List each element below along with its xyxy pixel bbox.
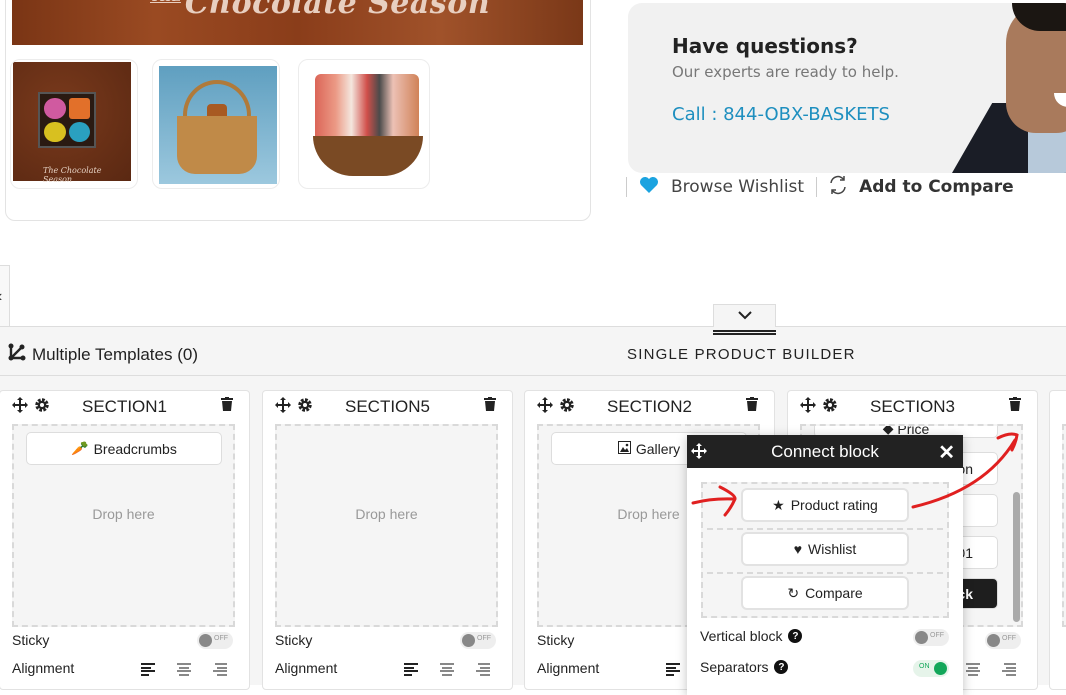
trash-icon[interactable] xyxy=(1009,397,1021,416)
section-card: SECTION1 🥕 Breadcrumbs Drop here Sticky … xyxy=(0,390,250,690)
modal-title: Connect block xyxy=(771,442,879,461)
connect-block-modal: Connect block ✕ ★ Product rating ♥ Wishl… xyxy=(687,435,963,695)
sticky-toggle[interactable]: OFF xyxy=(460,632,496,649)
alignment-group xyxy=(966,663,1016,676)
align-center-icon[interactable] xyxy=(440,663,454,676)
divider xyxy=(626,177,627,197)
heart-icon xyxy=(639,176,659,199)
align-right-icon[interactable] xyxy=(476,663,490,676)
refresh-icon xyxy=(827,174,849,201)
branch-icon xyxy=(8,343,26,366)
trash-icon[interactable] xyxy=(746,397,758,416)
call-link[interactable]: Call : 844-OBX-BASKETS xyxy=(672,104,890,125)
wishlist-block[interactable]: ♥ Wishlist xyxy=(741,532,909,566)
section-title: SECTION1 xyxy=(81,397,168,416)
gift-basket-blue-thumbnail[interactable] xyxy=(152,59,280,189)
trash-icon[interactable] xyxy=(484,397,496,416)
carrot-icon: 🥕 xyxy=(71,440,89,456)
resize-handle[interactable] xyxy=(713,330,776,335)
gourmet-basket-thumbnail[interactable] xyxy=(298,59,430,189)
chevron-down-icon xyxy=(737,307,752,325)
align-center-icon[interactable] xyxy=(177,663,191,676)
builder-header: Multiple Templates (0) SINGLE PRODUCT BU… xyxy=(0,327,1066,376)
modal-header[interactable]: Connect block ✕ xyxy=(687,435,963,468)
help-icon[interactable]: ? xyxy=(788,629,803,643)
drop-zone[interactable] xyxy=(1062,424,1066,627)
trash-icon[interactable] xyxy=(221,397,233,416)
divider xyxy=(816,177,818,197)
drop-zone[interactable]: Drop here xyxy=(275,424,498,627)
heart-icon: ♥ xyxy=(793,541,803,557)
section-title: SECTION3 xyxy=(869,397,956,416)
product-banner-image: THEChocolate Season xyxy=(12,0,583,45)
basket-graphic xyxy=(313,136,423,176)
product-actions: Browse Wishlist Add to Compare xyxy=(626,174,1014,200)
refresh-icon: ↻ xyxy=(787,584,800,601)
help-subtitle: Our experts are ready to help. xyxy=(672,63,899,81)
divider xyxy=(707,572,943,574)
section-title: SECTION2 xyxy=(606,397,693,416)
builder-title: SINGLE PRODUCT BUILDER xyxy=(627,346,856,363)
drop-zone[interactable]: 🥕 Breadcrumbs Drop here xyxy=(12,424,235,627)
compare-block[interactable]: ↻ Compare xyxy=(741,576,909,610)
align-right-icon[interactable] xyxy=(213,663,227,676)
align-left-icon[interactable] xyxy=(666,663,680,676)
connect-drop-zone[interactable]: ★ Product rating ♥ Wishlist ↻ Compare xyxy=(701,482,949,618)
sticky-toggle[interactable]: OFF xyxy=(985,632,1021,649)
basket-graphic xyxy=(177,116,257,174)
vertical-block-toggle[interactable]: OFF xyxy=(913,629,949,646)
align-left-icon[interactable] xyxy=(404,663,418,676)
align-right-icon[interactable] xyxy=(1002,663,1016,676)
alignment-group xyxy=(666,663,680,676)
support-agent-photo xyxy=(946,3,1066,173)
section-card: SECTION5 Drop here Sticky OFF Alignment xyxy=(262,390,513,690)
side-panel-toggle[interactable]: ‹ xyxy=(0,265,10,329)
align-center-icon[interactable] xyxy=(966,663,980,676)
section-title: SECTION5 xyxy=(344,397,431,416)
help-box: Have questions? Our experts are ready to… xyxy=(628,3,1066,173)
product-rating-block[interactable]: ★ Product rating xyxy=(741,488,909,522)
chocolate-box-thumbnail[interactable]: The Chocolate Season xyxy=(10,59,138,189)
browse-wishlist-link[interactable]: Browse Wishlist xyxy=(639,176,804,199)
help-icon[interactable]: ? xyxy=(774,660,789,674)
chevron-left-icon: ‹ xyxy=(0,288,2,306)
section-card xyxy=(1049,390,1066,690)
star-icon: ★ xyxy=(772,496,785,513)
image-icon xyxy=(617,440,631,457)
separators-toggle[interactable]: ON xyxy=(913,660,949,677)
divider xyxy=(707,528,943,530)
close-icon[interactable]: ✕ xyxy=(938,440,955,465)
scrollbar[interactable] xyxy=(1013,492,1020,622)
alignment-group xyxy=(141,663,227,676)
help-title: Have questions? xyxy=(672,34,858,58)
sticky-toggle[interactable]: OFF xyxy=(197,632,233,649)
align-left-icon[interactable] xyxy=(141,663,155,676)
multiple-templates-button[interactable]: Multiple Templates (0) xyxy=(8,343,198,366)
collapse-builder-button[interactable] xyxy=(713,304,776,327)
add-to-compare-link[interactable]: Add to Compare xyxy=(827,174,1014,201)
alignment-group xyxy=(404,663,490,676)
breadcrumbs-block[interactable]: 🥕 Breadcrumbs xyxy=(26,432,222,465)
chocolate-box-graphic xyxy=(38,92,96,148)
